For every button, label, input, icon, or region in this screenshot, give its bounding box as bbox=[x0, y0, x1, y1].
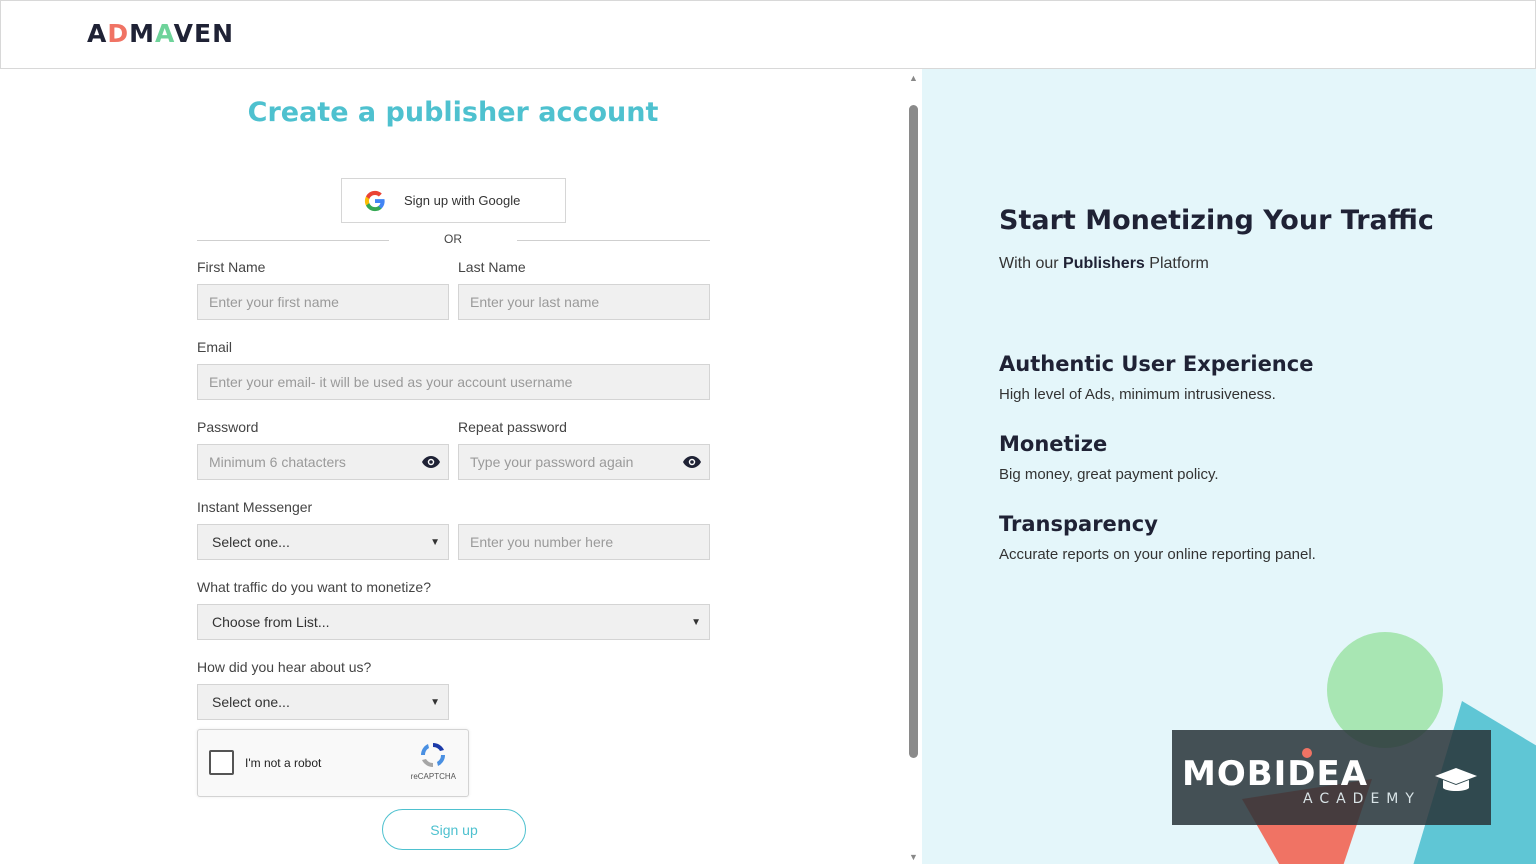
admaven-logo[interactable]: ADMAVEN bbox=[87, 19, 234, 48]
first-name-field[interactable] bbox=[197, 284, 449, 320]
messenger-select-value: Select one... bbox=[212, 534, 290, 550]
top-header: ADMAVEN bbox=[0, 0, 1536, 69]
google-signup-button[interactable]: Sign up with Google bbox=[341, 178, 566, 223]
watermark-line2: ACADEMY bbox=[1303, 791, 1421, 807]
chevron-down-icon: ▼ bbox=[691, 616, 701, 628]
divider-left bbox=[197, 240, 389, 241]
hear-select[interactable]: Select one... ▼ bbox=[197, 684, 449, 720]
eye-icon[interactable] bbox=[683, 455, 701, 469]
recaptcha-brand: reCAPTCHA bbox=[410, 772, 456, 781]
hear-select-value: Select one... bbox=[212, 694, 290, 710]
chevron-down-icon: ▼ bbox=[430, 696, 440, 708]
recaptcha-text: I'm not a robot bbox=[245, 756, 322, 770]
signup-form-panel: Create a publisher account Sign up with … bbox=[0, 69, 906, 864]
feature-text: Big money, great payment policy. bbox=[999, 466, 1219, 483]
page-title: Create a publisher account bbox=[247, 97, 659, 128]
repeat-password-label: Repeat password bbox=[458, 419, 567, 435]
promo-subtitle-post: Platform bbox=[1144, 255, 1209, 272]
email-label: Email bbox=[197, 339, 233, 355]
mobidea-academy-watermark: MOBIDEA ACADEMY bbox=[1172, 730, 1491, 825]
scroll-down-arrow-icon[interactable]: ▼ bbox=[909, 852, 918, 862]
traffic-label: What traffic do you want to monetize? bbox=[197, 579, 431, 595]
watermark-line1: MOBIDEA bbox=[1182, 754, 1369, 794]
messenger-select[interactable]: Select one... ▼ bbox=[197, 524, 449, 560]
password-label: Password bbox=[197, 419, 259, 435]
hear-label: How did you hear about us? bbox=[197, 659, 372, 675]
traffic-select-value: Choose from List... bbox=[212, 614, 330, 630]
first-name-input[interactable] bbox=[209, 294, 448, 310]
recaptcha-checkbox[interactable] bbox=[209, 750, 234, 775]
promo-panel: Start Monetizing Your Traffic With our P… bbox=[922, 69, 1536, 864]
feature-heading: Authentic User Experience bbox=[999, 352, 1314, 376]
promo-subtitle-bold: Publishers bbox=[1063, 255, 1145, 272]
google-signup-label: Sign up with Google bbox=[404, 193, 521, 208]
messenger-label: Instant Messenger bbox=[197, 499, 313, 515]
feature-heading: Transparency bbox=[999, 512, 1158, 536]
promo-subtitle: With our Publishers Platform bbox=[999, 255, 1209, 273]
feature-heading: Monetize bbox=[999, 432, 1108, 456]
password-input[interactable] bbox=[209, 454, 412, 470]
google-icon bbox=[364, 190, 385, 211]
vertical-scrollbar[interactable]: ▲ ▼ bbox=[906, 69, 922, 864]
graduation-cap-icon bbox=[1435, 768, 1477, 791]
last-name-field[interactable] bbox=[458, 284, 710, 320]
traffic-select[interactable]: Choose from List... ▼ bbox=[197, 604, 710, 640]
recaptcha-icon bbox=[420, 742, 446, 768]
password-field[interactable] bbox=[197, 444, 449, 480]
or-separator: OR bbox=[444, 232, 462, 246]
last-name-label: Last Name bbox=[458, 259, 526, 275]
feature-text: High level of Ads, minimum intrusiveness… bbox=[999, 386, 1276, 403]
email-input[interactable] bbox=[209, 374, 709, 390]
divider-right bbox=[517, 240, 710, 241]
chevron-down-icon: ▼ bbox=[430, 536, 440, 548]
eye-icon[interactable] bbox=[422, 455, 440, 469]
recaptcha-widget: I'm not a robot reCAPTCHA bbox=[197, 729, 469, 797]
messenger-number-field[interactable] bbox=[458, 524, 710, 560]
repeat-password-field[interactable] bbox=[458, 444, 710, 480]
email-field[interactable] bbox=[197, 364, 710, 400]
feature-text: Accurate reports on your online reportin… bbox=[999, 546, 1316, 563]
scrollbar-thumb[interactable] bbox=[909, 105, 918, 758]
first-name-label: First Name bbox=[197, 259, 266, 275]
signup-button[interactable]: Sign up bbox=[382, 809, 526, 850]
promo-subtitle-pre: With our bbox=[999, 255, 1064, 272]
repeat-password-input[interactable] bbox=[470, 454, 673, 470]
promo-title: Start Monetizing Your Traffic bbox=[999, 205, 1434, 236]
scroll-up-arrow-icon[interactable]: ▲ bbox=[909, 73, 918, 83]
messenger-number-input[interactable] bbox=[470, 534, 709, 550]
last-name-input[interactable] bbox=[470, 294, 709, 310]
